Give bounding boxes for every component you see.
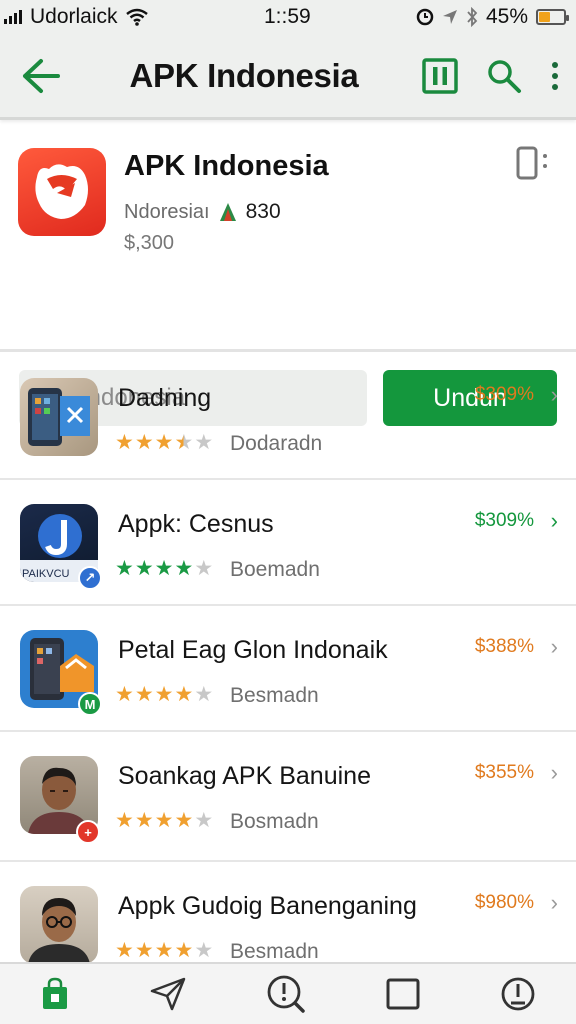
pause-icon[interactable]	[422, 57, 458, 94]
star-icon: ★	[134, 809, 154, 832]
list-item[interactable]: + Soankag APK Banuine ★ ★ ★ ★ ★ Bosmadn $355…	[0, 732, 576, 862]
developer-name: Besmadn	[230, 940, 319, 963]
list-item[interactable]: M Petal Eag Glon Indonaik ★ ★ ★ ★ ★ Besmadn …	[0, 606, 576, 732]
app-name: Soankag APK Banuine	[118, 762, 371, 790]
store-bag-icon[interactable]	[40, 977, 70, 1011]
alert-circle-icon[interactable]	[500, 976, 536, 1012]
star-rating: ★ ★ ★ ★ ★	[115, 430, 213, 455]
star-icon: ★	[154, 939, 174, 962]
app-name: Appk: Cesnus	[118, 510, 274, 538]
star-icon: ★	[154, 431, 174, 454]
app-price: $,300	[124, 232, 175, 254]
developer-name: Bosmadn	[230, 810, 319, 833]
page-title: APK Indonesia	[129, 56, 359, 94]
plus-badge-icon: +	[76, 820, 100, 844]
star-icon: ★	[134, 683, 154, 706]
star-icon: ★	[115, 939, 134, 962]
price-label: $309%	[474, 510, 534, 531]
carrier-name: Udorlaick	[30, 5, 118, 28]
rating-text: 830	[245, 200, 281, 223]
send-icon[interactable]	[150, 977, 186, 1011]
star-icon: ★	[194, 431, 214, 454]
star-rating: ★ ★ ★ ★ ★	[115, 938, 213, 963]
wifi-icon	[125, 8, 148, 26]
battery-percent: 45%	[485, 5, 528, 28]
star-icon: ★	[134, 431, 154, 454]
star-icon: ★	[134, 939, 154, 962]
developer-line: Ndoresiaı 830	[124, 200, 281, 224]
star-icon: ★	[115, 683, 134, 706]
star-icon: ★	[154, 683, 174, 706]
app-bar: APK Indonesia	[0, 34, 576, 120]
battery-icon	[536, 9, 569, 25]
clock: 1::59	[264, 5, 311, 28]
app-logo	[18, 148, 106, 236]
bluetooth-icon	[467, 7, 478, 27]
app-name: Petal Eag Glon Indonaik	[118, 636, 388, 664]
chevron-right-icon: ›	[550, 634, 558, 659]
star-icon: ★	[194, 557, 214, 580]
developer-name: Boemadn	[230, 558, 320, 581]
fox-logo-icon	[35, 164, 88, 219]
star-icon: ★	[174, 809, 194, 832]
price-label: $309%	[474, 384, 534, 405]
device-icon[interactable]	[516, 146, 550, 187]
star-icon: ★	[194, 939, 214, 962]
location-icon	[442, 10, 457, 24]
square-icon[interactable]	[386, 978, 420, 1010]
app-name: Appk Gudoig Banenganing	[118, 892, 417, 920]
price-label: $388%	[474, 636, 534, 657]
app-name: APK Indonesia	[124, 150, 329, 182]
rating-flag-icon	[219, 203, 236, 221]
star-icon: ★	[154, 557, 174, 580]
alarm-icon	[416, 8, 434, 26]
signal-icon	[4, 10, 22, 24]
star-icon: ★	[194, 683, 214, 706]
price-label: $980%	[474, 892, 534, 913]
chevron-right-icon: ›	[550, 890, 558, 915]
back-arrow-icon[interactable]	[16, 51, 66, 101]
app-header: APK Indonesia Ndoresiaı 830 $,300 Undun	[0, 120, 576, 426]
star-icon: ★	[134, 557, 154, 580]
phone-app-thumbnail	[20, 378, 98, 456]
star-icon: ★	[174, 683, 194, 706]
star-rating: ★ ★ ★ ★ ★	[115, 682, 213, 707]
developer-name: Dodaradn	[230, 432, 323, 455]
m-badge-icon: M	[78, 692, 102, 716]
star-icon: ★	[174, 939, 194, 962]
bottom-nav	[0, 962, 576, 1024]
list-item[interactable]: PAIKVCU ↗ Appk: Cesnus ★ ★ ★ ★ ★ Boemadn $30…	[0, 480, 576, 606]
status-bar: Udorlaick 1::59 45%	[0, 0, 576, 34]
star-icon: ★	[194, 809, 214, 832]
search-info-icon[interactable]	[266, 974, 306, 1014]
star-rating: ★ ★ ★ ★ ★	[115, 556, 213, 581]
list-item[interactable]: Dadning ★ ★ ★ ★ ★ Dodaradn $309% ›	[0, 354, 576, 480]
star-icon: ★	[154, 809, 174, 832]
app-list: Dadning ★ ★ ★ ★ ★ Dodaradn $309% › PAIKVCU ↗…	[0, 354, 576, 988]
star-rating: ★ ★ ★ ★ ★	[115, 808, 213, 833]
more-vert-icon[interactable]	[550, 60, 560, 92]
app-name: Dadning	[118, 384, 212, 412]
star-icon: ★	[174, 557, 194, 580]
chevron-right-icon: ›	[550, 382, 558, 407]
star-icon: ★	[115, 557, 134, 580]
developer-name: Besmadn	[230, 684, 319, 707]
developer-name: Ndoresiaı	[124, 200, 210, 223]
search-icon[interactable]	[486, 58, 522, 94]
price-label: $355%	[474, 762, 534, 783]
star-icon: ★	[174, 431, 194, 454]
verified-badge-icon: ↗	[78, 566, 102, 590]
star-icon: ★	[115, 809, 134, 832]
thumb-label: PAIKVCU	[22, 568, 70, 580]
chevron-right-icon: ›	[550, 508, 558, 533]
star-icon: ★	[115, 431, 134, 454]
person-glasses-thumbnail	[20, 886, 98, 964]
chevron-right-icon: ›	[550, 760, 558, 785]
